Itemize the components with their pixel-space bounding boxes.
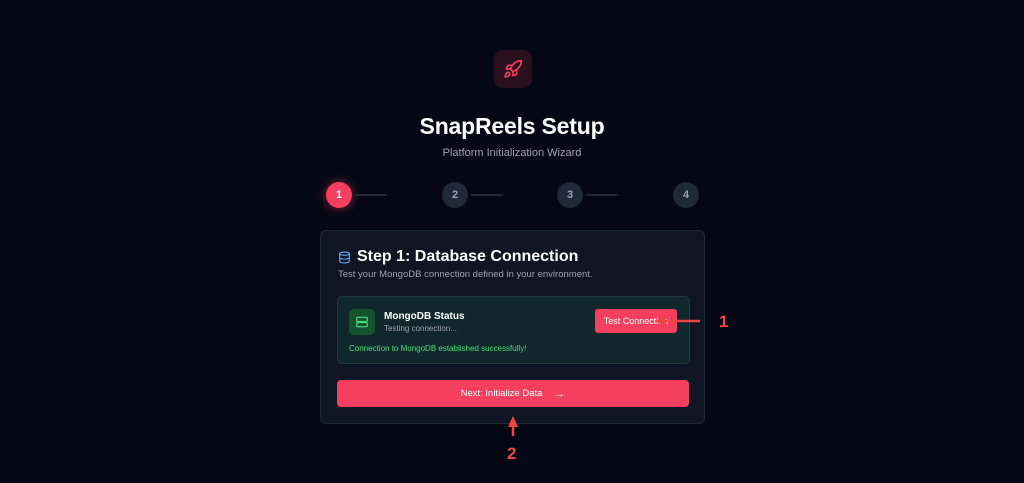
next-button-label: Next: Initialize Data	[460, 388, 543, 399]
test-connection-button[interactable]: Test Connection	[595, 309, 677, 333]
status-state: Testing connection...	[384, 324, 457, 333]
next-initialize-data-button[interactable]: Next: Initialize Data →	[337, 380, 689, 407]
mongodb-status-panel: MongoDB Status Testing connection... Con…	[337, 296, 690, 364]
database-icon	[339, 251, 350, 263]
status-name: MongoDB Status	[384, 311, 465, 322]
step-1[interactable]: 1	[326, 182, 352, 208]
page-title: SnapReels Setup	[419, 113, 605, 139]
annotation-label-1: 1	[719, 312, 729, 331]
stepper: 1 2 3 4	[0, 182, 1024, 210]
database-connection-card: Step 1: Database Connection Test your Mo…	[320, 230, 705, 424]
step-2[interactable]: 2	[442, 182, 468, 208]
step-3[interactable]: 3	[557, 182, 583, 208]
arrow-right-icon: →	[554, 387, 566, 400]
card-title: Step 1: Database Connection	[357, 248, 579, 265]
step-4[interactable]: 4	[673, 182, 699, 208]
annotation-label-2: 2	[507, 444, 517, 463]
card-header: Step 1: Database Connection	[338, 248, 578, 266]
step-connector	[586, 194, 618, 196]
setup-page: SnapReels Setup Platform Initialization …	[0, 0, 1024, 483]
status-message: Connection to MongoDB established succes…	[349, 344, 527, 353]
step-connector	[471, 194, 503, 196]
step-connector	[355, 194, 387, 196]
page-subtitle: Platform Initialization Wizard	[442, 147, 582, 159]
status-icon-container	[349, 309, 375, 335]
server-icon	[356, 316, 368, 328]
card-description: Test your MongoDB connection defined in …	[338, 269, 593, 280]
rocket-icon	[504, 59, 523, 78]
logo	[494, 50, 532, 88]
